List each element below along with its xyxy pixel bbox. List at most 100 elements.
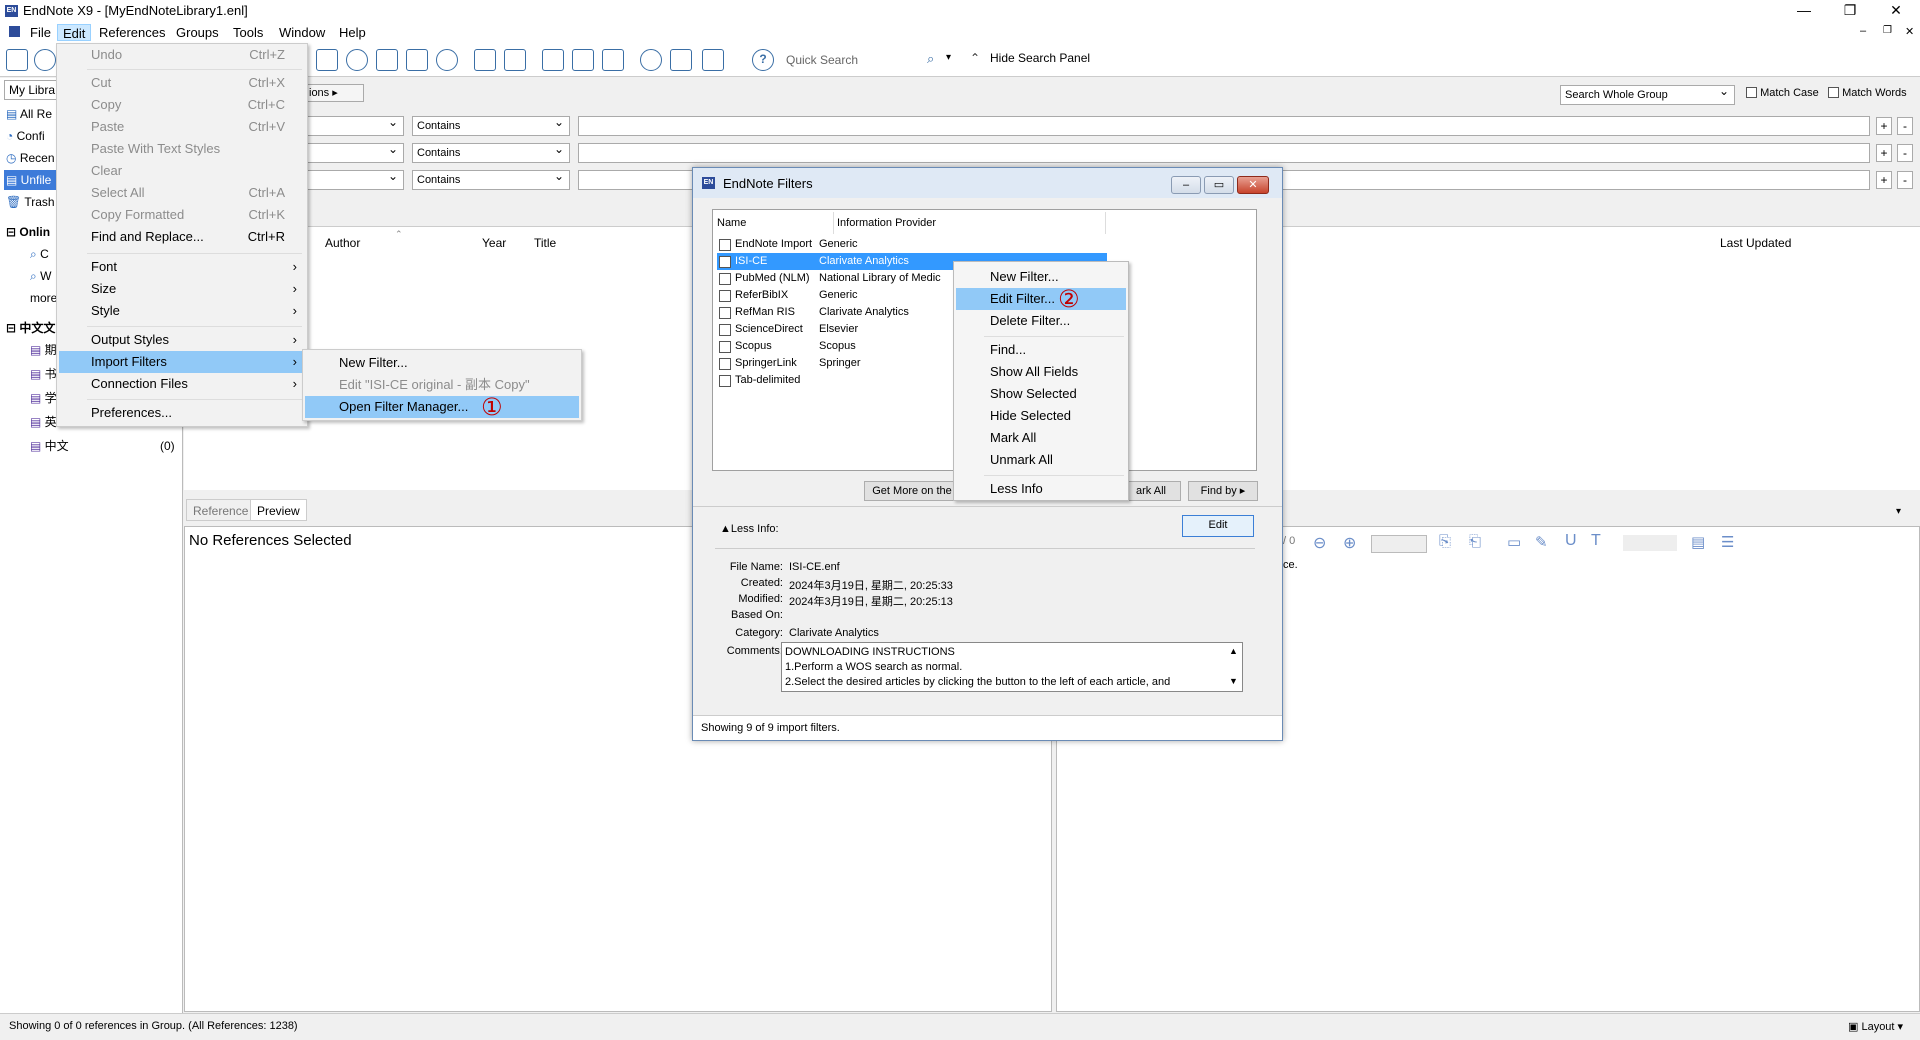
menu-font[interactable]: Font › xyxy=(59,256,305,278)
minimize-icon[interactable]: — xyxy=(1784,0,1824,22)
scroll-up-icon[interactable]: ▲ xyxy=(1229,646,1238,656)
open-link-icon[interactable] xyxy=(436,49,458,71)
doc-restore-icon[interactable]: ❐ xyxy=(1883,25,1892,36)
filter-checkbox[interactable] xyxy=(719,239,731,251)
color-swatch[interactable] xyxy=(1623,535,1677,551)
find-by-button[interactable]: Find by ▸ xyxy=(1188,481,1258,501)
strikethrough-icon[interactable]: T xyxy=(1591,532,1601,550)
zoom-out-icon[interactable]: ⊖ xyxy=(1313,533,1326,553)
menu-help[interactable]: Help xyxy=(334,24,371,41)
column-name[interactable]: Name xyxy=(717,217,746,229)
search-text-1[interactable] xyxy=(578,116,1870,136)
filter-checkbox[interactable] xyxy=(719,290,731,302)
manage-sharing-icon[interactable] xyxy=(702,49,724,71)
scroll-down-icon[interactable]: ▼ xyxy=(1229,676,1238,686)
search-text-2[interactable] xyxy=(578,143,1870,163)
menu-output-styles[interactable]: Output Styles › xyxy=(59,329,305,351)
ctx-delete-filter[interactable]: Delete Filter... xyxy=(956,310,1126,332)
filter-checkbox[interactable] xyxy=(719,273,731,285)
search-icon[interactable]: ⌕ xyxy=(927,51,934,67)
menu-paste[interactable]: Paste Ctrl+V xyxy=(59,116,305,138)
match-case-checkbox[interactable]: Match Case xyxy=(1746,87,1819,99)
online-item-w[interactable]: ⌕ W xyxy=(30,266,51,286)
ctx-show-all-fields[interactable]: Show All Fields xyxy=(956,361,1126,383)
online-search-icon[interactable] xyxy=(34,49,56,71)
menu-undo[interactable]: Undo Ctrl+Z xyxy=(59,44,305,66)
menu-window[interactable]: Window xyxy=(274,24,330,41)
menu-preferences[interactable]: Preferences... xyxy=(59,402,305,424)
submenu-edit-filter[interactable]: Edit "ISI-CE original - 副本 Copy" xyxy=(305,374,579,396)
doc-minimize-icon[interactable]: – xyxy=(1860,25,1866,37)
column-title[interactable]: Title xyxy=(534,236,556,250)
share-icon[interactable] xyxy=(670,49,692,71)
menu-edit[interactable]: Edit xyxy=(57,24,92,41)
operator-select-3[interactable]: Contains xyxy=(412,167,570,190)
add-row-button[interactable]: + xyxy=(1876,171,1892,189)
panel-menu-icon[interactable]: ▾ xyxy=(1896,506,1901,517)
filter-checkbox[interactable] xyxy=(719,256,731,268)
remove-row-button[interactable]: - xyxy=(1897,144,1913,162)
menu-references[interactable]: References xyxy=(94,24,170,41)
column-year[interactable]: Year xyxy=(482,236,506,250)
open-folder-icon[interactable] xyxy=(504,49,526,71)
ctx-unmark-all[interactable]: Unmark All xyxy=(956,449,1126,471)
filter-checkbox[interactable] xyxy=(719,307,731,319)
list-icon[interactable]: ☰ xyxy=(1721,533,1734,551)
filter-row[interactable]: EndNote Import Generic xyxy=(717,236,1107,253)
menu-style[interactable]: Style › xyxy=(59,300,305,322)
filter-checkbox[interactable] xyxy=(719,341,731,353)
ctx-hide-selected[interactable]: Hide Selected xyxy=(956,405,1126,427)
export-icon[interactable] xyxy=(406,49,428,71)
ctx-mark-all[interactable]: Mark All xyxy=(956,427,1126,449)
ctx-less-info[interactable]: Less Info xyxy=(956,478,1126,500)
operator-select-2[interactable]: Contains xyxy=(412,140,570,163)
menu-connection-files[interactable]: Connection Files › xyxy=(59,373,305,395)
ctx-find[interactable]: Find... xyxy=(956,339,1126,361)
add-row-button[interactable]: + xyxy=(1876,144,1892,162)
tab-reference[interactable]: Reference xyxy=(186,499,256,521)
submenu-open-filter-manager[interactable]: Open Filter Manager... xyxy=(305,396,579,418)
menu-select-all[interactable]: Select All Ctrl+A xyxy=(59,182,305,204)
dialog-maximize-icon[interactable]: ▭ xyxy=(1204,176,1234,194)
group-item-4[interactable]: ▤ 英 xyxy=(30,412,57,432)
submenu-new-filter[interactable]: New Filter... xyxy=(305,352,579,374)
mark-all-button[interactable]: ark All xyxy=(1121,481,1181,501)
restore-icon[interactable]: ❐ xyxy=(1830,0,1870,22)
menu-size[interactable]: Size › xyxy=(59,278,305,300)
filter-checkbox[interactable] xyxy=(719,358,731,370)
field-select-1[interactable] xyxy=(304,113,404,136)
online-search-header[interactable]: ⊟ Onlin xyxy=(6,222,50,242)
menu-file[interactable]: File xyxy=(25,24,56,41)
comments-textarea[interactable]: DOWNLOADING INSTRUCTIONS 1.Perform a WOS… xyxy=(781,642,1243,692)
tab-preview[interactable]: Preview xyxy=(250,499,307,521)
add-row-button[interactable]: + xyxy=(1876,117,1892,135)
column-provider[interactable]: Information Provider xyxy=(837,217,936,229)
close-icon[interactable]: ✕ xyxy=(1876,0,1916,22)
word-icon[interactable] xyxy=(602,49,624,71)
rotate-right-icon[interactable]: ⎗ xyxy=(1469,533,1481,550)
sync-icon[interactable] xyxy=(640,49,662,71)
options-button[interactable]: ions ▸ xyxy=(304,84,364,102)
field-select-2[interactable] xyxy=(304,140,404,163)
group-item-1[interactable]: ▤ 期 xyxy=(30,340,57,360)
doc-close-icon[interactable]: ✕ xyxy=(1905,25,1914,38)
dialog-minimize-icon[interactable]: – xyxy=(1171,176,1201,194)
remove-row-button[interactable]: - xyxy=(1897,117,1913,135)
menu-tools[interactable]: Tools xyxy=(228,24,268,41)
search-scope-select[interactable]: Search Whole Group xyxy=(1560,82,1735,105)
column-author[interactable]: Author xyxy=(325,236,360,250)
operator-select-1[interactable]: Contains xyxy=(412,113,570,136)
insert-citation-icon[interactable] xyxy=(542,49,564,71)
ctx-edit-filter[interactable]: Edit Filter... xyxy=(956,288,1126,310)
group-item-3[interactable]: ▤ 学 xyxy=(30,388,57,408)
import-icon[interactable] xyxy=(376,49,398,71)
online-more-link[interactable]: more xyxy=(30,288,57,308)
find-full-text-icon[interactable] xyxy=(346,49,368,71)
group-item-zhongwen[interactable]: ▤ 中文 xyxy=(30,436,69,456)
menu-find-replace[interactable]: Find and Replace... Ctrl+R xyxy=(59,226,305,248)
help-icon[interactable]: ? xyxy=(752,49,774,71)
new-reference-icon[interactable] xyxy=(316,49,338,71)
field-select-3[interactable] xyxy=(304,167,404,190)
edit-button[interactable]: Edit xyxy=(1182,515,1254,537)
menu-copy[interactable]: Copy Ctrl+C xyxy=(59,94,305,116)
